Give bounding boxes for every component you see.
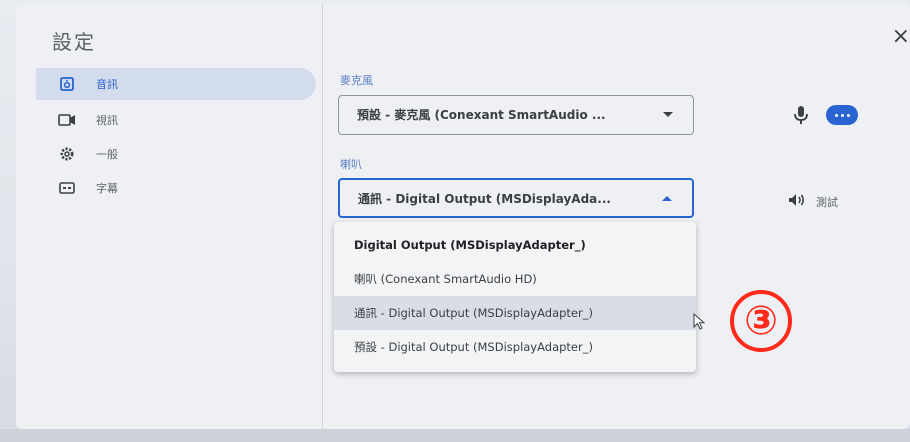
speaker-dropdown-menu: Digital Output (MSDisplayAdapter_) 喇叭 (C… (334, 222, 696, 372)
speaker-label: 喇叭 (340, 158, 362, 171)
microphone-select[interactable]: 預設 - 麥克風 (Conexant SmartAudio ... (338, 95, 694, 135)
sidebar-item-label: 一般 (96, 148, 118, 161)
sidebar-item-label: 音訊 (96, 78, 118, 91)
close-icon[interactable]: × (892, 24, 910, 49)
speaker-icon (58, 75, 76, 93)
closed-captions-icon (58, 179, 76, 197)
speaker-volume-icon (788, 192, 806, 211)
microphone-selected-value: 預設 - 麥克風 (Conexant SmartAudio ... (357, 108, 606, 122)
microphone-icon[interactable] (792, 105, 810, 125)
dropdown-option[interactable]: 通訊 - Digital Output (MSDisplayAdapter_) (334, 296, 696, 330)
chevron-up-icon (662, 196, 672, 201)
dialog-title: 設定 (52, 30, 96, 54)
dropdown-option[interactable]: 預設 - Digital Output (MSDisplayAdapter_) (334, 330, 696, 364)
video-camera-icon (58, 111, 76, 129)
test-label: 測試 (816, 195, 838, 209)
dropdown-option[interactable]: 喇叭 (Conexant SmartAudio HD) (334, 262, 696, 296)
mouse-pointer-icon (693, 312, 707, 335)
sidebar-divider (322, 4, 323, 429)
sidebar-item-label: 字幕 (96, 182, 118, 195)
microphone-label: 麥克風 (340, 74, 373, 87)
step-annotation: ③ (730, 290, 792, 352)
sidebar-item-audio[interactable]: 音訊 (36, 68, 316, 100)
speaker-test-button[interactable]: 測試 (788, 192, 838, 211)
chevron-down-icon (663, 112, 673, 117)
sidebar-item-video[interactable]: 視訊 (36, 104, 316, 136)
gear-icon (58, 145, 76, 163)
speaker-select[interactable]: 通訊 - Digital Output (MSDisplayAda... (338, 178, 694, 218)
speaker-selected-value: 通訊 - Digital Output (MSDisplayAda... (358, 192, 611, 206)
sidebar-item-label: 視訊 (96, 114, 118, 127)
sidebar-item-captions[interactable]: 字幕 (36, 172, 316, 204)
sidebar-item-general[interactable]: 一般 (36, 138, 316, 170)
dropdown-option[interactable]: Digital Output (MSDisplayAdapter_) (334, 228, 696, 262)
photo-bottom-edge (0, 429, 910, 442)
more-options-icon[interactable] (826, 105, 858, 125)
